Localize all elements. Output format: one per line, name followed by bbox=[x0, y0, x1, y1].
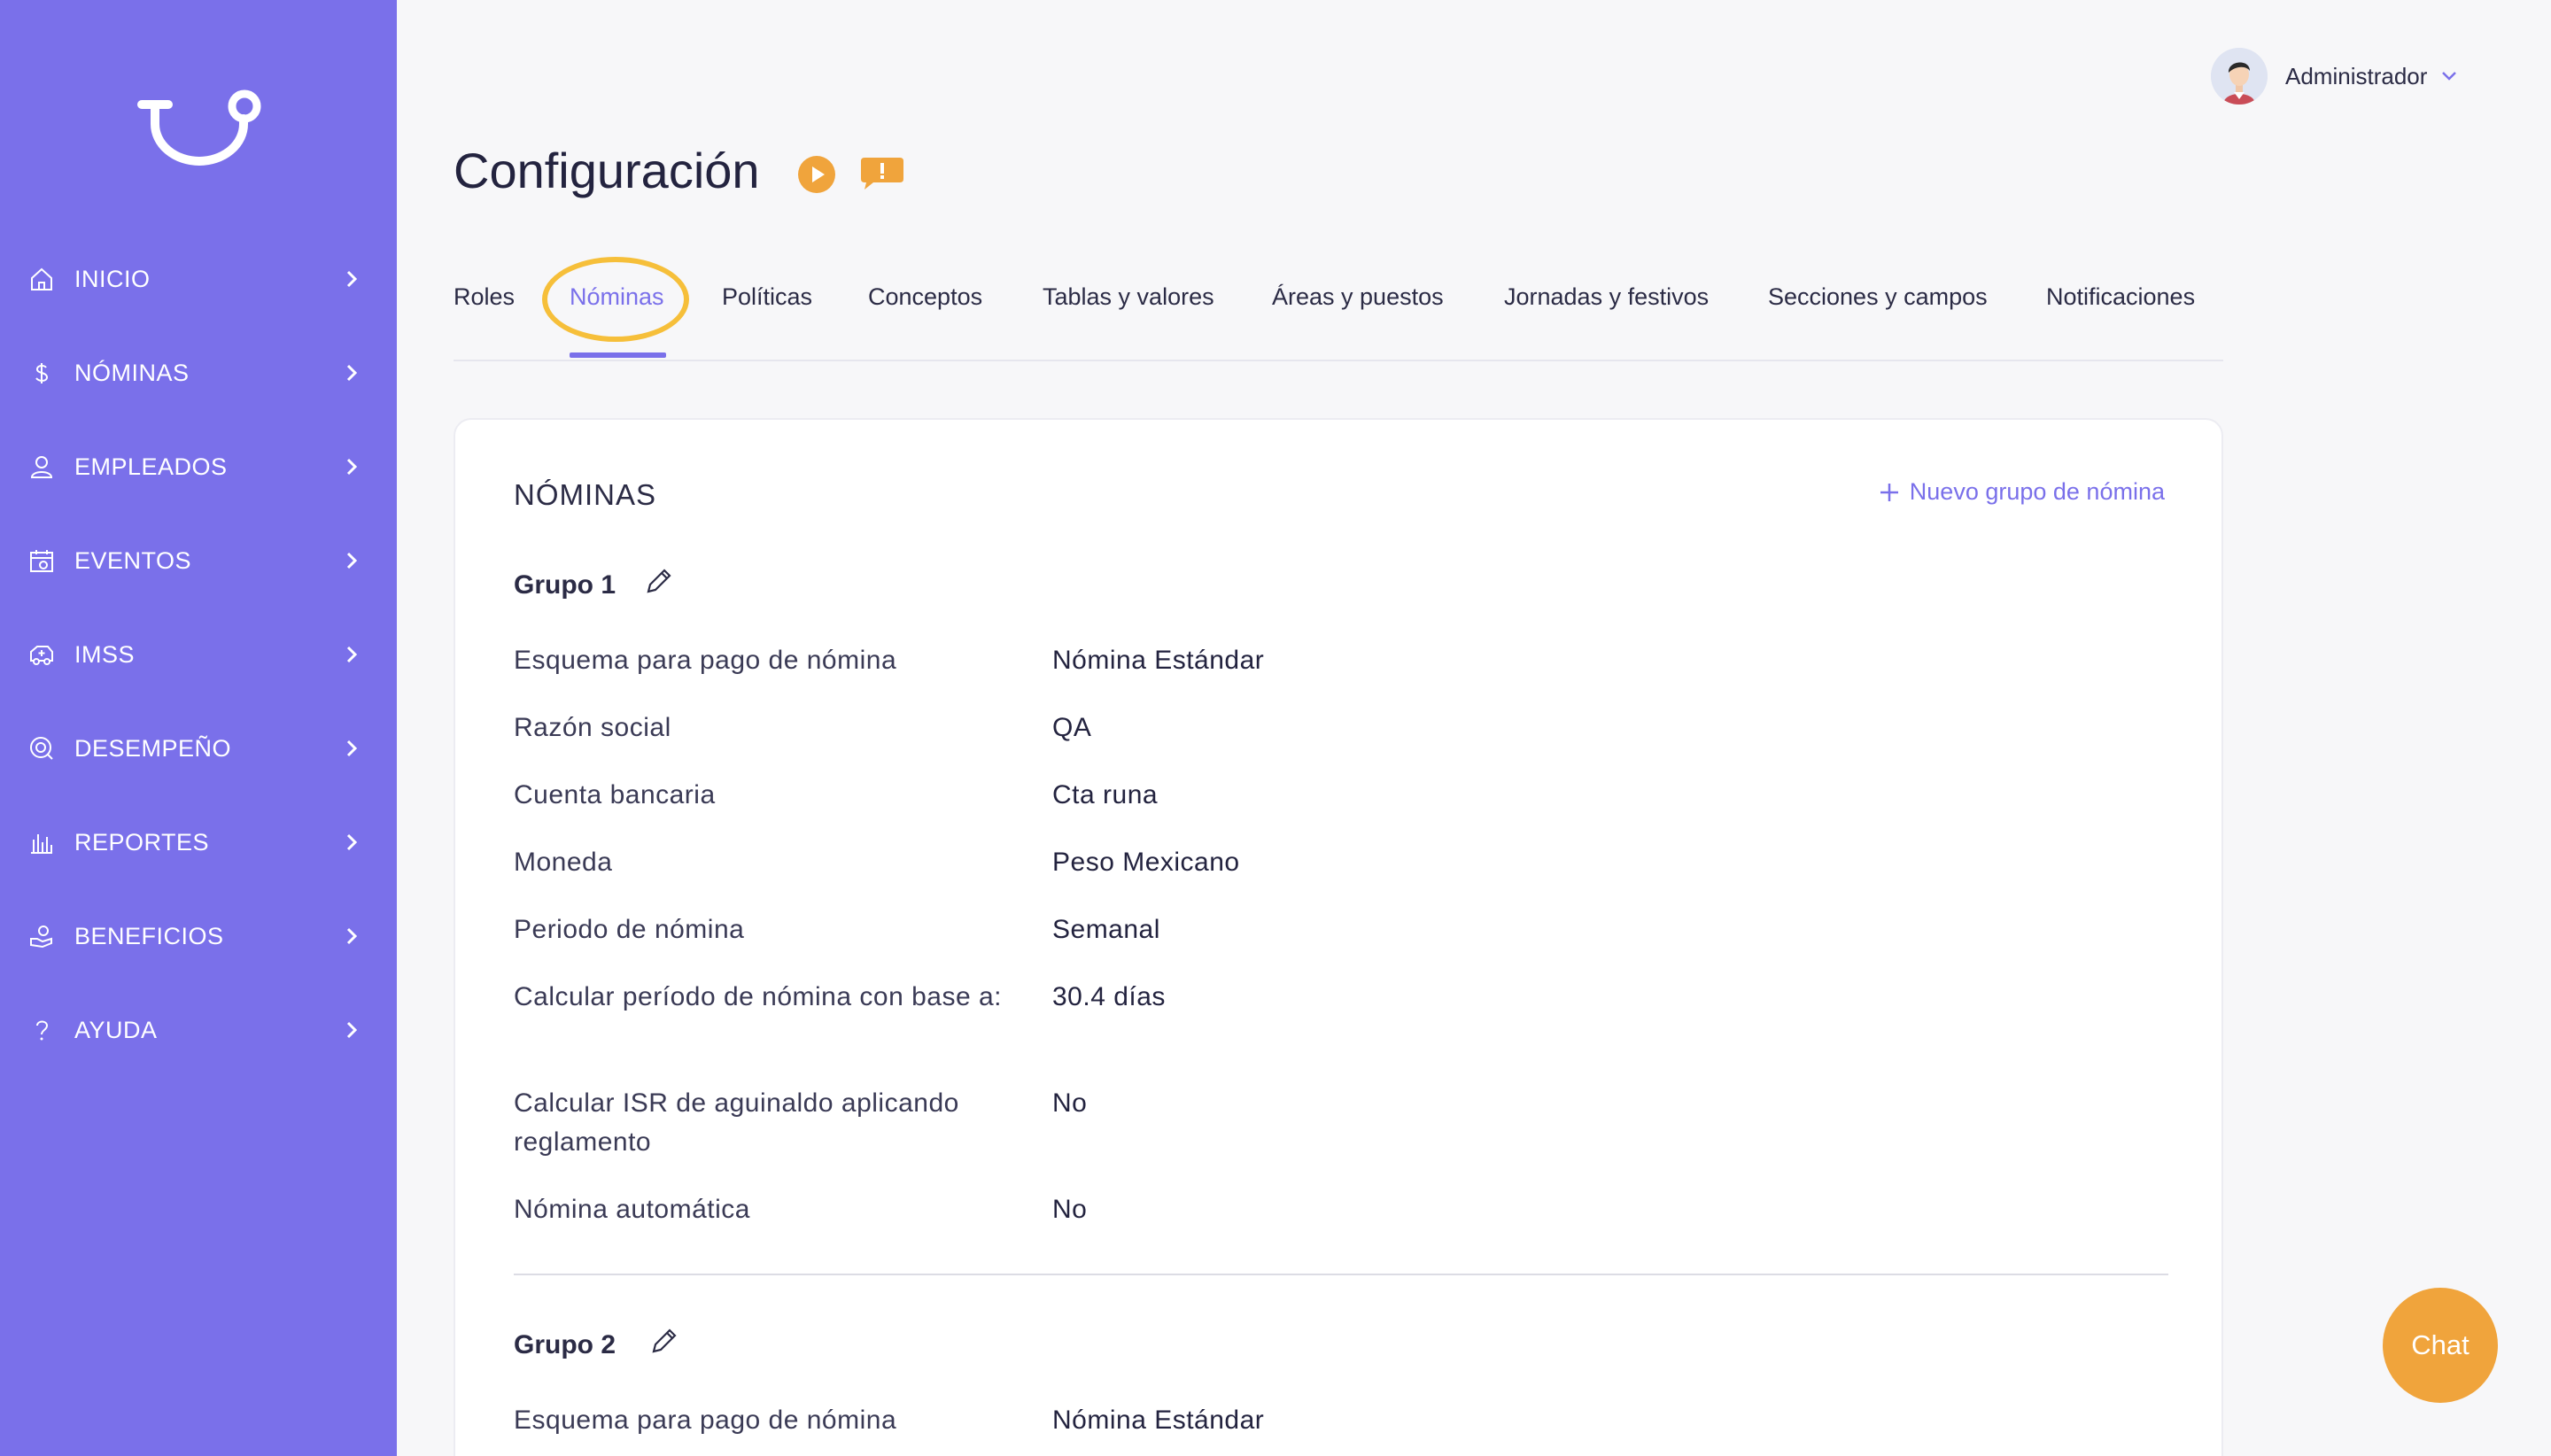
field-value: Semanal bbox=[1052, 915, 1160, 944]
field-value: 30.4 días bbox=[1052, 982, 1166, 1011]
help-icon bbox=[28, 1017, 55, 1043]
chevron-right-icon bbox=[346, 552, 358, 569]
chevron-right-icon bbox=[346, 1021, 358, 1039]
field-label: Esquema para pago de nómina bbox=[514, 646, 897, 675]
sidebar-item-label: DESEMPEÑO bbox=[74, 734, 232, 762]
sidebar-item-nominas[interactable]: NÓMINAS bbox=[0, 326, 397, 420]
sidebar-item-label: EVENTOS bbox=[74, 546, 192, 574]
avatar bbox=[2211, 48, 2268, 105]
field-value: Cta runa bbox=[1052, 780, 1159, 809]
group-title: Grupo 2 bbox=[514, 1330, 616, 1359]
calendar-icon bbox=[28, 547, 55, 574]
chevron-right-icon bbox=[346, 364, 358, 382]
tab-roles[interactable]: Roles bbox=[454, 283, 515, 311]
chevron-right-icon bbox=[346, 270, 358, 288]
chevron-right-icon bbox=[346, 646, 358, 663]
home-icon bbox=[28, 266, 55, 292]
tab-politicas[interactable]: Políticas bbox=[722, 283, 812, 311]
benefits-icon bbox=[28, 923, 55, 949]
sidebar-item-imss[interactable]: IMSS bbox=[0, 608, 397, 701]
field-value: Nómina Estándar bbox=[1052, 1406, 1265, 1435]
field-label: Razón social bbox=[514, 713, 671, 742]
tab-conceptos[interactable]: Conceptos bbox=[868, 283, 982, 311]
user-name: Administrador bbox=[2285, 62, 2428, 89]
new-payroll-group-button[interactable]: Nuevo grupo de nómina bbox=[1878, 478, 2165, 506]
chevron-right-icon bbox=[346, 740, 358, 757]
field-label: Esquema para pago de nómina bbox=[514, 1406, 897, 1435]
sidebar-item-beneficios[interactable]: BENEFICIOS bbox=[0, 889, 397, 983]
field-value: Nómina Estándar bbox=[1052, 646, 1265, 675]
play-icon[interactable] bbox=[797, 155, 836, 194]
card-title: NÓMINAS bbox=[514, 478, 657, 511]
bar-chart-icon bbox=[28, 829, 55, 856]
sidebar-item-label: AYUDA bbox=[74, 1016, 158, 1043]
performance-icon bbox=[28, 735, 55, 762]
chevron-right-icon bbox=[346, 927, 358, 945]
sidebar-item-label: INICIO bbox=[74, 265, 151, 292]
chat-button[interactable]: Chat bbox=[2383, 1288, 2498, 1403]
chevron-right-icon bbox=[346, 458, 358, 476]
sidebar-item-reportes[interactable]: REPORTES bbox=[0, 795, 397, 889]
sidebar-item-inicio[interactable]: INICIO bbox=[0, 232, 397, 326]
field-value: No bbox=[1052, 1088, 1088, 1118]
settings-tabs: Roles Nóminas Políticas Conceptos Tablas… bbox=[454, 266, 2223, 361]
field-label: Moneda bbox=[514, 848, 613, 877]
field-value: Peso Mexicano bbox=[1052, 848, 1240, 877]
sidebar-item-desempeno[interactable]: DESEMPEÑO bbox=[0, 701, 397, 795]
tab-areas-y-puestos[interactable]: Áreas y puestos bbox=[1272, 283, 1444, 311]
field-label: Calcular período de nómina con base a: bbox=[514, 982, 1003, 1011]
tab-secciones-y-campos[interactable]: Secciones y campos bbox=[1768, 283, 1988, 311]
field-label: Periodo de nómina bbox=[514, 915, 745, 944]
sidebar-item-label: IMSS bbox=[74, 640, 136, 668]
page-title: Configuración bbox=[454, 143, 760, 198]
sidebar-nav: INICIO NÓMINAS EMPLEADOS EVENTOS IMSS DE… bbox=[0, 232, 397, 1077]
pencil-icon[interactable] bbox=[643, 565, 675, 597]
sidebar-item-eventos[interactable]: EVENTOS bbox=[0, 514, 397, 608]
field-label: Calcular ISR de aguinaldo aplicando regl… bbox=[514, 1088, 959, 1157]
tab-jornadas-y-festivos[interactable]: Jornadas y festivos bbox=[1504, 283, 1709, 311]
active-tab-indicator bbox=[570, 352, 666, 358]
group-divider bbox=[514, 1274, 2168, 1275]
chevron-right-icon bbox=[346, 833, 358, 851]
logo-icon[interactable] bbox=[133, 80, 266, 168]
field-label: Cuenta bancaria bbox=[514, 780, 716, 809]
sidebar-item-label: REPORTES bbox=[74, 828, 210, 856]
pencil-icon[interactable] bbox=[648, 1325, 680, 1357]
user-menu[interactable]: Administrador bbox=[2211, 46, 2459, 106]
tab-notificaciones[interactable]: Notificaciones bbox=[2046, 283, 2195, 311]
person-icon bbox=[28, 453, 55, 480]
ambulance-icon bbox=[28, 641, 55, 668]
field-value: No bbox=[1052, 1195, 1088, 1224]
sidebar-item-label: NÓMINAS bbox=[74, 359, 190, 386]
group-title: Grupo 1 bbox=[514, 570, 616, 600]
sidebar-item-ayuda[interactable]: AYUDA bbox=[0, 983, 397, 1077]
sidebar-item-label: BENEFICIOS bbox=[74, 922, 224, 949]
plus-icon bbox=[1880, 483, 1898, 501]
field-label: Nómina automática bbox=[514, 1195, 750, 1224]
nominas-card: NÓMINAS Nuevo grupo de nómina Grupo 1 Es… bbox=[454, 418, 2223, 1456]
sidebar-item-label: EMPLEADOS bbox=[74, 453, 228, 480]
new-group-label: Nuevo grupo de nómina bbox=[1909, 478, 2165, 505]
sidebar-item-empleados[interactable]: EMPLEADOS bbox=[0, 420, 397, 514]
field-value: QA bbox=[1052, 713, 1092, 742]
dollar-icon bbox=[28, 360, 55, 386]
tab-tablas-y-valores[interactable]: Tablas y valores bbox=[1043, 283, 1214, 311]
sidebar: INICIO NÓMINAS EMPLEADOS EVENTOS IMSS DE… bbox=[0, 0, 397, 1456]
feedback-icon[interactable] bbox=[859, 156, 905, 191]
tab-highlight-circle bbox=[542, 257, 689, 342]
chevron-down-icon bbox=[2442, 72, 2457, 81]
